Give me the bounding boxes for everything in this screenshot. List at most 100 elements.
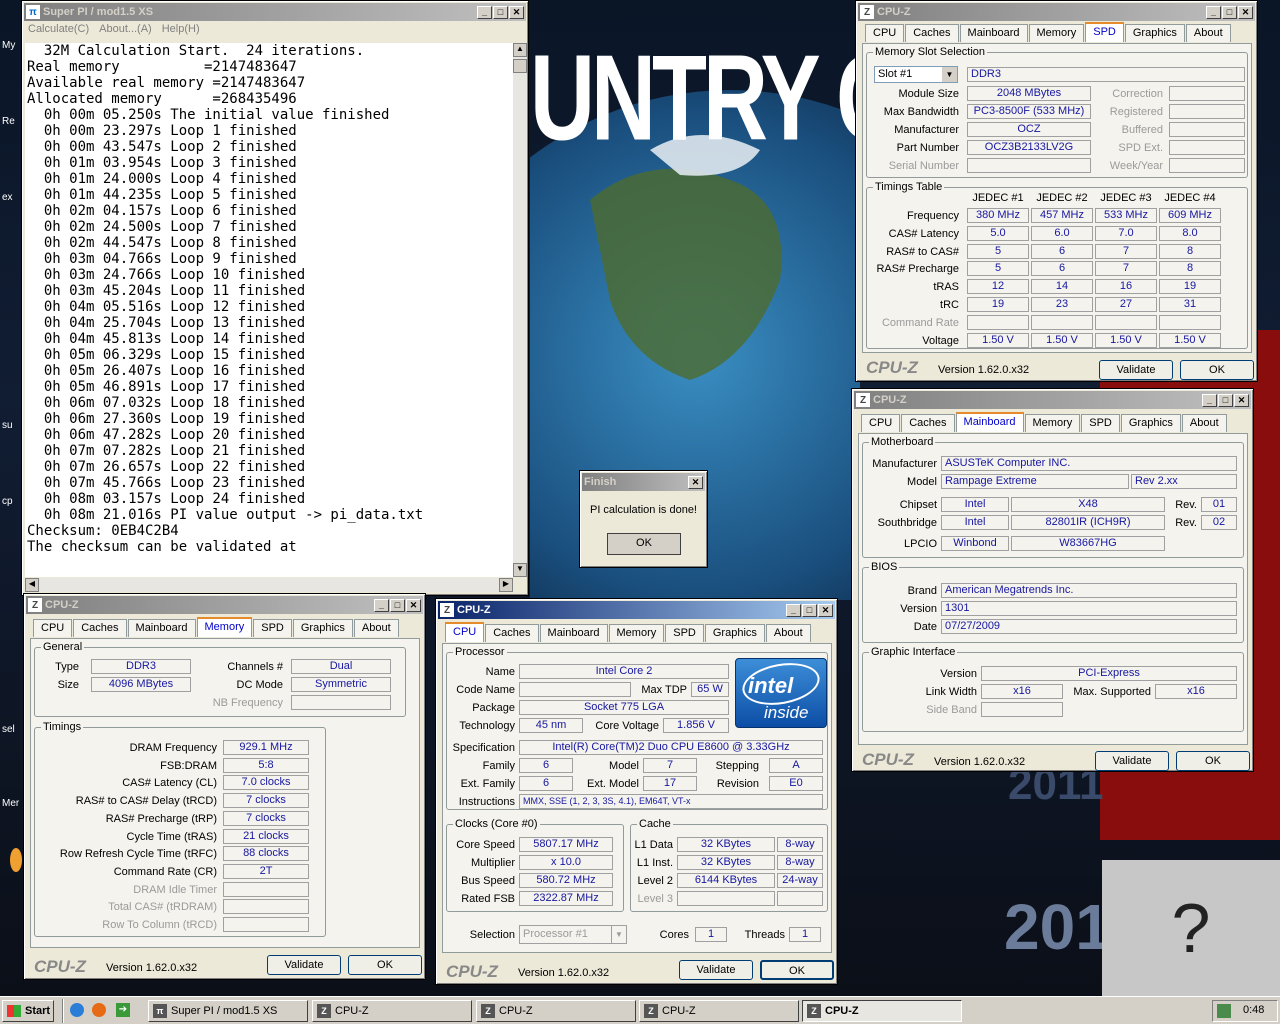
- tab-memory[interactable]: Memory: [608, 624, 665, 642]
- tab-about[interactable]: About: [765, 624, 811, 642]
- menu-about[interactable]: About...(A): [99, 23, 152, 41]
- tab-mainboard[interactable]: Mainboard: [955, 412, 1024, 432]
- desktop-orange-icon[interactable]: [10, 848, 22, 872]
- scroll-left-arrow-icon[interactable]: ◀: [25, 578, 39, 592]
- tab-caches[interactable]: Caches: [73, 619, 127, 637]
- horizontal-scrollbar[interactable]: ◀ ▶: [25, 578, 513, 592]
- minimize-button[interactable]: _: [477, 5, 492, 19]
- cpu-stepping: A: [769, 758, 823, 773]
- log-line: 0h 06m 07.032s Loop 18 finished: [27, 395, 306, 411]
- close-button[interactable]: ✕: [1234, 393, 1249, 407]
- close-button[interactable]: ✕: [509, 5, 524, 19]
- tab-memory[interactable]: Memory: [1028, 24, 1085, 42]
- tab-cpu[interactable]: CPU: [865, 24, 905, 42]
- label: Model: [609, 760, 639, 772]
- minimize-button[interactable]: _: [786, 603, 801, 617]
- menu-calculate[interactable]: Calculate(C): [28, 23, 89, 41]
- close-button[interactable]: ✕: [688, 475, 703, 489]
- desktop-icon-sel[interactable]: sel: [2, 724, 22, 735]
- desktop-icon-cp[interactable]: cp: [2, 496, 22, 507]
- validate-button[interactable]: Validate: [1095, 751, 1169, 771]
- spd-value: 2048 MBytes: [967, 86, 1091, 101]
- chevron-down-icon[interactable]: ▼: [611, 926, 626, 943]
- tab-spd[interactable]: SPD: [1085, 22, 1124, 42]
- maximize-button[interactable]: □: [493, 5, 508, 19]
- maximize-button[interactable]: □: [1222, 5, 1237, 19]
- desktop-icon-mer[interactable]: Mer: [2, 798, 22, 809]
- close-button[interactable]: ✕: [1238, 5, 1253, 19]
- desktop-icon-ex[interactable]: ex: [2, 192, 22, 203]
- tab-mainboard[interactable]: Mainboard: [127, 619, 196, 637]
- taskbar-button[interactable]: Z CPU-Z: [476, 1000, 636, 1022]
- ok-button[interactable]: OK: [1176, 751, 1250, 771]
- label: Level 3: [637, 893, 673, 905]
- tab-mainboard[interactable]: Mainboard: [959, 24, 1028, 42]
- minimize-button[interactable]: _: [374, 598, 389, 612]
- vertical-scrollbar[interactable]: ▲ ▼: [513, 43, 527, 577]
- tab-spd[interactable]: SPD: [253, 619, 292, 637]
- maximize-button[interactable]: □: [390, 598, 405, 612]
- firefox-icon[interactable]: [92, 1003, 106, 1017]
- minimize-button[interactable]: _: [1206, 5, 1221, 19]
- slot-select[interactable]: Slot #1 ▼: [874, 66, 958, 83]
- validate-button[interactable]: Validate: [267, 955, 341, 975]
- tab-spd[interactable]: SPD: [1081, 414, 1120, 432]
- scroll-up-arrow-icon[interactable]: ▲: [513, 43, 527, 57]
- tab-memory[interactable]: Memory: [196, 617, 253, 637]
- desktop-icon-my[interactable]: My: [2, 40, 22, 51]
- tab-about[interactable]: About: [353, 619, 399, 637]
- tab-graphics[interactable]: Graphics: [1120, 414, 1181, 432]
- finish-titlebar[interactable]: Finish ✕: [582, 473, 705, 491]
- finish-ok-button[interactable]: OK: [607, 533, 681, 555]
- tab-memory[interactable]: Memory: [1024, 414, 1081, 432]
- memory-titlebar[interactable]: Z CPU-Z _ □ ✕: [26, 596, 423, 614]
- ok-button[interactable]: OK: [760, 960, 834, 980]
- label: DC Mode: [236, 679, 283, 691]
- tab-caches[interactable]: Caches: [901, 414, 955, 432]
- start-button[interactable]: Start: [2, 1000, 54, 1022]
- taskbar-button[interactable]: Z CPU-Z: [639, 1000, 799, 1022]
- ok-button[interactable]: OK: [348, 955, 422, 975]
- tab-cpu[interactable]: CPU: [445, 622, 485, 642]
- processor-selection-select[interactable]: Processor #1 ▼: [519, 925, 627, 944]
- tray-network-icon[interactable]: [1217, 1004, 1231, 1018]
- cpu-titlebar[interactable]: Z CPU-Z _ □ ✕: [438, 601, 835, 619]
- minimize-button[interactable]: _: [1202, 393, 1217, 407]
- scroll-thumb[interactable]: [513, 59, 527, 73]
- close-button[interactable]: ✕: [406, 598, 421, 612]
- browser-icon[interactable]: [70, 1003, 84, 1017]
- show-desktop-icon[interactable]: ➔: [116, 1003, 130, 1017]
- maximize-button[interactable]: □: [802, 603, 817, 617]
- tab-spd[interactable]: SPD: [665, 624, 704, 642]
- desktop-icon-re[interactable]: Re: [2, 116, 22, 127]
- label: Chipset: [899, 499, 937, 511]
- superpi-titlebar[interactable]: π Super PI / mod1.5 XS _ □ ✕: [24, 3, 526, 21]
- tab-about[interactable]: About: [1185, 24, 1231, 42]
- scroll-down-arrow-icon[interactable]: ▼: [513, 563, 527, 577]
- maximize-button[interactable]: □: [1218, 393, 1233, 407]
- scroll-right-arrow-icon[interactable]: ▶: [499, 578, 513, 592]
- taskbar-button[interactable]: π Super PI / mod1.5 XS: [148, 1000, 308, 1022]
- tab-graphics[interactable]: Graphics: [1124, 24, 1185, 42]
- taskbar-button[interactable]: Z CPU-Z: [802, 1000, 962, 1022]
- ok-button[interactable]: OK: [1180, 360, 1254, 380]
- label: DRAM Idle Timer: [133, 883, 217, 896]
- validate-button[interactable]: Validate: [1099, 360, 1173, 380]
- close-button[interactable]: ✕: [818, 603, 833, 617]
- taskbar-button[interactable]: Z CPU-Z: [312, 1000, 472, 1022]
- chevron-down-icon[interactable]: ▼: [942, 67, 957, 82]
- cpu-core-voltage: 1.856 V: [663, 718, 729, 733]
- tab-about[interactable]: About: [1181, 414, 1227, 432]
- validate-button[interactable]: Validate: [679, 960, 753, 980]
- spd-titlebar[interactable]: Z CPU-Z _ □ ✕: [858, 3, 1255, 21]
- tab-mainboard[interactable]: Mainboard: [539, 624, 608, 642]
- desktop-icon-su[interactable]: su: [2, 420, 22, 431]
- tab-caches[interactable]: Caches: [905, 24, 959, 42]
- tab-caches[interactable]: Caches: [485, 624, 539, 642]
- tab-graphics[interactable]: Graphics: [704, 624, 765, 642]
- mainboard-titlebar[interactable]: Z CPU-Z _ □ ✕: [854, 391, 1251, 409]
- tab-cpu[interactable]: CPU: [861, 414, 901, 432]
- tab-graphics[interactable]: Graphics: [292, 619, 353, 637]
- tab-cpu[interactable]: CPU: [33, 619, 73, 637]
- menu-help[interactable]: Help(H): [162, 23, 200, 41]
